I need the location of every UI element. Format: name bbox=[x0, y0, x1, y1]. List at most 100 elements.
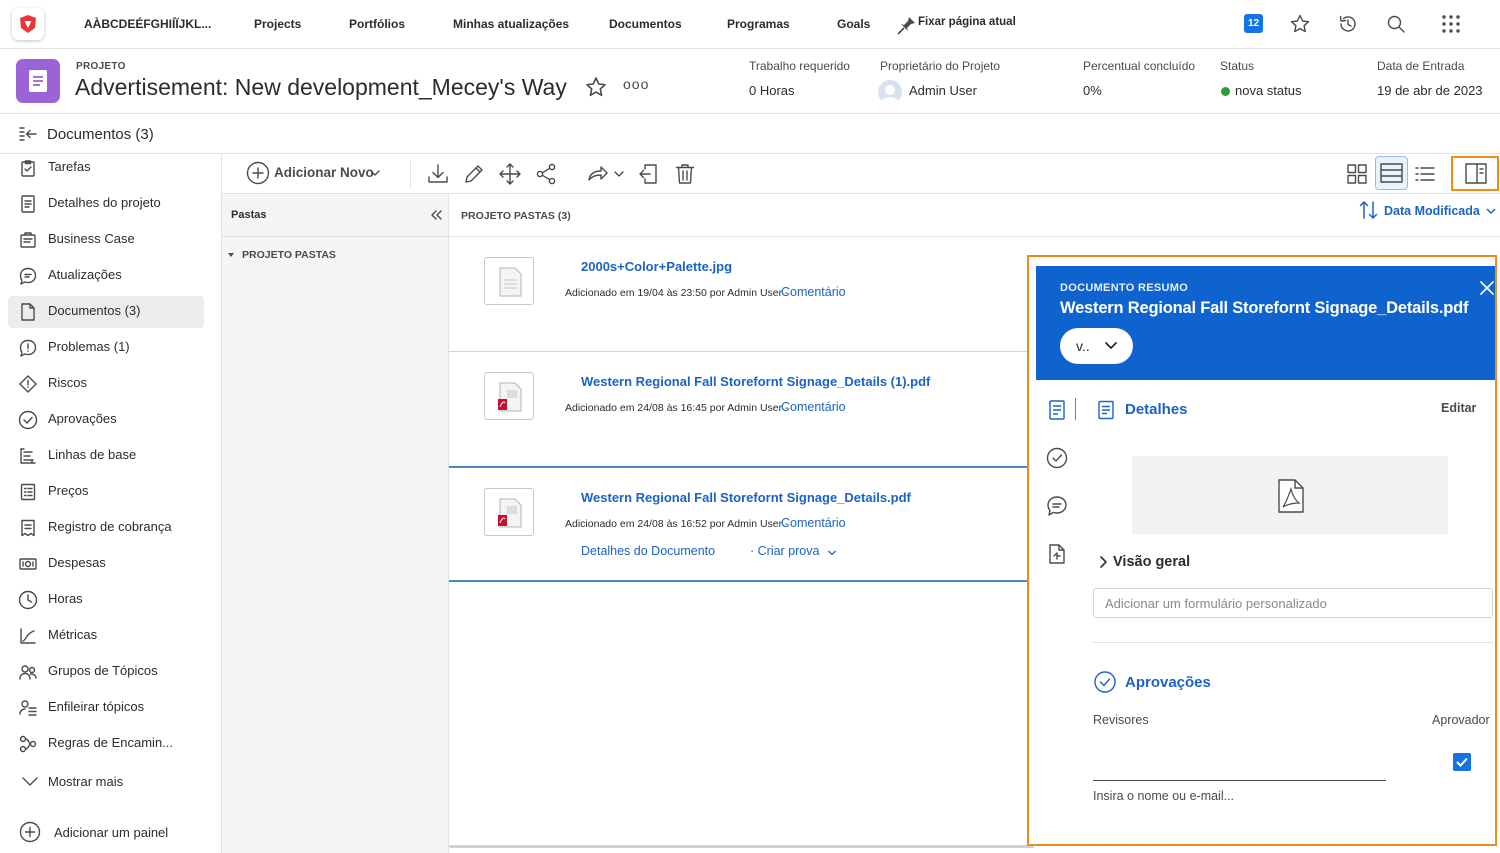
collapse-folders-icon[interactable] bbox=[429, 208, 443, 222]
history-icon[interactable] bbox=[1337, 13, 1359, 35]
sidebar-item-horas[interactable]: Horas bbox=[8, 584, 204, 616]
horizontal-scrollbar[interactable] bbox=[449, 845, 1034, 848]
create-proof-chevron-icon[interactable] bbox=[827, 549, 837, 557]
table-row[interactable]: 2000s+Color+Palette.jpg Adicionado em 19… bbox=[449, 237, 1036, 352]
create-proof-link[interactable]: · Criar prova bbox=[750, 544, 819, 558]
meta-value-owner[interactable]: Admin User bbox=[909, 83, 977, 98]
row-view-toggle[interactable] bbox=[1375, 156, 1408, 190]
nav-documents[interactable]: Documentos bbox=[609, 17, 682, 31]
sidebar-item-problemas-1[interactable]: Problemas (1) bbox=[8, 332, 204, 364]
meta-value-status[interactable]: nova status bbox=[1235, 83, 1302, 98]
pin-page-label[interactable]: Fixar página atual bbox=[918, 16, 1016, 28]
add-panel-button[interactable]: Adicionar um painel bbox=[54, 825, 168, 840]
list-view-icon[interactable] bbox=[1413, 162, 1437, 186]
document-preview[interactable] bbox=[1132, 456, 1448, 534]
pin-icon[interactable] bbox=[896, 14, 918, 36]
sidebar-item-atualizações[interactable]: Atualizações bbox=[8, 260, 204, 292]
folder-root-item[interactable]: PROJETO PASTAS bbox=[242, 249, 336, 261]
version-dropdown[interactable]: v.. bbox=[1060, 328, 1133, 364]
add-new-plus-icon[interactable] bbox=[246, 161, 270, 185]
sidebar-item-label: Aprovações bbox=[48, 411, 117, 426]
org-name[interactable]: AÀBCDEÉFGHIÍÏJKL... bbox=[84, 17, 211, 31]
checkmark-icon bbox=[1456, 757, 1468, 767]
move-icon[interactable] bbox=[498, 162, 522, 186]
collapse-sidebar-icon[interactable] bbox=[18, 125, 40, 143]
sort-icon[interactable] bbox=[1358, 199, 1380, 221]
edit-pencil-icon[interactable] bbox=[462, 162, 486, 186]
chevron-down-icon[interactable] bbox=[20, 774, 40, 790]
close-icon[interactable] bbox=[1479, 280, 1495, 296]
sidebar-item-preços[interactable]: Preços bbox=[8, 476, 204, 508]
summary-panel-toggle[interactable] bbox=[1451, 156, 1499, 191]
sidebar-item-enfileirar-tópicos[interactable]: Enfileirar tópicos bbox=[8, 692, 204, 724]
sidebar-item-despesas[interactable]: Despesas bbox=[8, 548, 204, 580]
nav-my-updates[interactable]: Minhas atualizações bbox=[453, 17, 569, 31]
comment-link[interactable]: Comentário bbox=[781, 285, 846, 299]
document-name-link[interactable]: 2000s+Color+Palette.jpg bbox=[581, 259, 732, 274]
delete-trash-icon[interactable] bbox=[673, 162, 697, 186]
business-case-icon bbox=[18, 230, 38, 250]
add-new-chevron-icon[interactable] bbox=[369, 168, 381, 178]
approvals-check-circle-icon bbox=[1094, 671, 1116, 693]
approvals-tab-icon[interactable] bbox=[1046, 447, 1068, 469]
comment-link[interactable]: Comentário bbox=[781, 400, 846, 414]
sidebar-item-detalhes-do-projeto[interactable]: Detalhes do projeto bbox=[8, 188, 204, 220]
sidebar-item-registro-de-cobrança[interactable]: Registro de cobrança bbox=[8, 512, 204, 544]
document-name-link[interactable]: Western Regional Fall Storefornt Signage… bbox=[581, 374, 930, 389]
comments-tab-icon[interactable] bbox=[1046, 495, 1068, 517]
nav-goals[interactable]: Goals bbox=[837, 17, 870, 31]
sidebar-item-documentos-3[interactable]: Documentos (3) bbox=[8, 296, 204, 328]
sidebar-item-grupos-de-tópicos[interactable]: Grupos de Tópicos bbox=[8, 656, 204, 688]
add-panel-icon[interactable] bbox=[19, 821, 41, 843]
add-new-button[interactable]: Adicionar Novo bbox=[274, 165, 374, 180]
search-icon[interactable] bbox=[1385, 13, 1407, 35]
sidebar-item-aprovações[interactable]: Aprovações bbox=[8, 404, 204, 436]
sidebar-item-linhas-de-base[interactable]: Linhas de base bbox=[8, 440, 204, 472]
download-icon[interactable] bbox=[426, 162, 450, 186]
custom-form-input[interactable]: Adicionar um formulário personalizado bbox=[1093, 588, 1493, 618]
sort-by-button[interactable]: Data Modificada bbox=[1384, 204, 1480, 218]
send-chevron-icon[interactable] bbox=[613, 169, 625, 179]
caret-down-icon[interactable] bbox=[227, 251, 235, 259]
owner-avatar[interactable] bbox=[878, 80, 902, 104]
edit-button[interactable]: Editar bbox=[1441, 401, 1476, 415]
checkout-icon[interactable] bbox=[637, 162, 661, 186]
sort-chevron-icon[interactable] bbox=[1485, 206, 1497, 216]
nav-portfolios[interactable]: Portfólios bbox=[349, 17, 405, 31]
document-name-link[interactable]: Western Regional Fall Storefornt Signage… bbox=[581, 490, 911, 505]
money-icon bbox=[18, 554, 38, 574]
sidebar-item-label: Detalhes do projeto bbox=[48, 195, 161, 210]
table-row-selected[interactable]: Western Regional Fall Storefornt Signage… bbox=[449, 466, 1036, 582]
favorite-star-icon[interactable] bbox=[1289, 13, 1311, 35]
approver-checkbox[interactable] bbox=[1453, 753, 1471, 771]
sidebar-item-business-case[interactable]: Business Case bbox=[8, 224, 204, 256]
sidebar-item-tarefas[interactable]: Tarefas bbox=[8, 152, 204, 184]
overview-section-title[interactable]: Visão geral bbox=[1113, 554, 1190, 570]
app-logo[interactable] bbox=[12, 8, 44, 40]
comment-link[interactable]: Comentário bbox=[781, 516, 846, 530]
send-arrow-icon[interactable] bbox=[586, 162, 610, 186]
sidebar-item-label: Riscos bbox=[48, 375, 88, 390]
more-actions-button[interactable]: ooo bbox=[623, 76, 649, 92]
share-icon[interactable] bbox=[534, 162, 558, 186]
sidebar-item-riscos[interactable]: Riscos bbox=[8, 368, 204, 400]
grid-view-icon[interactable] bbox=[1345, 162, 1369, 186]
documents-toolbar: Adicionar Novo bbox=[222, 154, 1500, 194]
reviewer-name-input[interactable]: Insira o nome ou e-mail... bbox=[1093, 789, 1234, 803]
apps-grid-icon[interactable] bbox=[1440, 13, 1462, 35]
sidebar-item-regras-de-encamin[interactable]: Regras de Encamin... bbox=[8, 728, 204, 760]
show-more-button[interactable]: Mostrar mais bbox=[48, 774, 123, 789]
table-row[interactable]: Western Regional Fall Storefornt Signage… bbox=[449, 352, 1036, 467]
nav-programs[interactable]: Programas bbox=[727, 17, 790, 31]
document-details-link[interactable]: Detalhes do Documento bbox=[581, 544, 715, 558]
versions-tab-icon[interactable] bbox=[1047, 543, 1067, 565]
section-divider bbox=[1093, 642, 1493, 643]
nav-projects[interactable]: Projects bbox=[254, 17, 301, 31]
routing-rules-icon bbox=[18, 734, 38, 754]
project-favorite-star-icon[interactable] bbox=[584, 75, 608, 99]
document-summary-panel: DOCUMENTO RESUMO Western Regional Fall S… bbox=[1027, 255, 1497, 846]
overview-chevron-right-icon[interactable] bbox=[1097, 555, 1109, 569]
notification-badge[interactable]: 12 bbox=[1244, 14, 1263, 33]
sidebar-item-métricas[interactable]: Métricas bbox=[8, 620, 204, 652]
details-tab-icon[interactable] bbox=[1047, 399, 1067, 421]
